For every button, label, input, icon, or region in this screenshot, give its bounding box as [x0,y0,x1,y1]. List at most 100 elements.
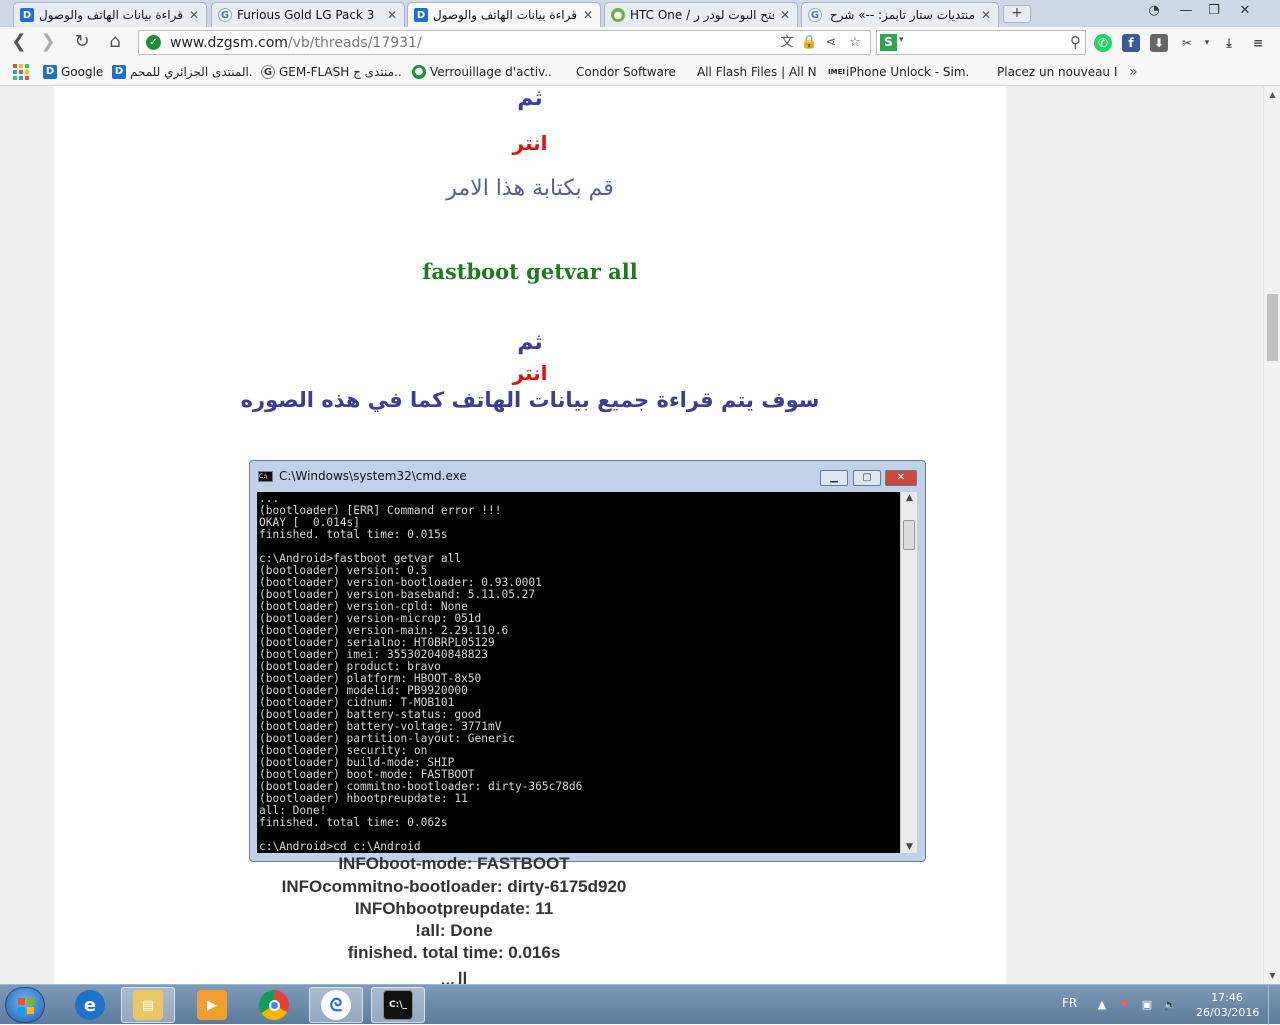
download-icon[interactable]: ⤓ [1220,34,1238,52]
tab-startimes[interactable]: G منتديات ستار تايمز: --» شرح ✕ [801,2,999,27]
bookmark-label: GEM-FLASH منتدى ج... [279,65,401,79]
close-icon[interactable]: ✕ [386,8,398,22]
info-line: ال.. [440,970,468,984]
tab-dzgsm-1[interactable]: D قراءة بيانات الهاتف والوصول ل ✕ [13,2,207,27]
bookmark-condor[interactable]: Condor Software [576,64,676,80]
cmd-title: C:\Windows\system32\cmd.exe [279,469,467,483]
chevron-down-icon[interactable]: ▾ [1198,34,1216,52]
close-icon[interactable]: ✕ [980,8,992,22]
info-line: finished. total time: 0.016s [347,943,561,962]
gemflash-favicon-icon: G [218,8,232,22]
url-path: /vb/threads/17931/ [287,35,422,51]
bookmarks-bar: D Google D المنتدى الجزائري للمحم... G G… [0,58,1280,86]
secure-check-icon[interactable]: ✓ [146,35,161,50]
url-host: www.dzgsm.com [170,35,288,51]
volume-icon[interactable]: 🔈 [1162,997,1178,1013]
media-player-button[interactable]: ▶ [185,987,239,1023]
search-icon[interactable]: ⚲ [1070,33,1081,51]
close-window-icon[interactable]: ✕ [1234,3,1256,21]
bookmark-gem-flash[interactable]: G GEM-FLASH منتدى ج... [261,64,401,80]
bookmark-iphone-unlock[interactable]: IMEI iPhone Unlock - Sim... [828,64,968,80]
arrow-down-icon: ▼ [906,842,913,852]
apps-grid-icon[interactable] [13,64,29,80]
info-line: INFOboot-mode: FASTBOOT [338,854,570,873]
new-tab-button[interactable]: + [1003,5,1031,23]
address-bar[interactable]: ✓ www.dzgsm.com/vb/threads/17931/ 文 🔒 ⋖ … [138,30,871,55]
show-desktop-button[interactable] [1268,985,1280,1025]
dzgsm-favicon-icon: D [414,8,428,22]
back-button[interactable]: ❮ [7,31,31,53]
forward-button[interactable]: ❯ [36,31,60,53]
windows-taskbar: e ▤ ▶ ᘓ C:\_ FR ▲ ⚑ ▣ 🔈 17:46 26/03/2016 [0,984,1280,1025]
bookmark-label: Google [61,65,104,79]
arrow-up-icon[interactable]: ▲ [1264,90,1280,99]
tab-htc-one[interactable]: ● HTC One / فتح البوت لودر ر ✕ [604,2,798,27]
bookmark-algerian-forum[interactable]: D المنتدى الجزائري للمحم... [112,64,252,80]
dzgsm-favicon-icon: D [43,65,57,79]
bookmark-label: Placez un nouveau I... [997,65,1117,79]
bookmark-placez[interactable]: Placez un nouveau I... [997,64,1117,80]
lock-icon[interactable]: 🔒 [801,35,817,51]
share-icon[interactable]: ⋖ [823,35,839,51]
internet-explorer-button[interactable]: e [63,987,117,1023]
search-extension-box[interactable]: S ▾ ⚲ [876,30,1086,55]
cmd-title-bar: C:\ C:\Windows\system32\cmd.exe [258,469,467,483]
bookmark-label: Verrouillage d'activ... [430,65,552,79]
swirl-app-icon: ᘓ [321,990,351,1020]
arrow-down-icon[interactable]: ▼ [1264,971,1280,980]
clock[interactable]: 17:46 26/03/2016 [1196,990,1260,1020]
enter-text: انتر [512,131,548,155]
close-icon[interactable]: ✕ [188,8,200,22]
restore-icon[interactable]: ❐ [1203,3,1225,21]
translate-icon[interactable]: 文 [779,35,795,51]
enter-text: انتر [512,361,548,385]
profile-icon[interactable]: ◔ [1143,3,1165,21]
scroll-thumb[interactable] [1267,294,1278,361]
show-hidden-icons-icon[interactable]: ▲ [1094,997,1110,1013]
cmd-icon: C:\ [258,470,273,482]
whatsapp-icon[interactable]: ✆ [1094,34,1112,52]
page-scrollbar[interactable]: ▲ ▼ [1263,86,1280,984]
minimize-icon[interactable]: — [1175,3,1197,21]
file-explorer-button[interactable]: ▤ [121,987,175,1023]
bookmark-label: المنتدى الجزائري للمحم... [130,65,252,79]
action-center-icon[interactable]: ⚑ [1116,997,1132,1013]
close-icon[interactable]: ✕ [582,8,594,22]
bookmark-verrouillage[interactable]: ● Verrouillage d'activ... [412,64,552,80]
cmd-taskbar-button[interactable]: C:\_ [371,987,425,1023]
tab-dzgsm-active[interactable]: D قراءة بيانات الهاتف والوصول ل ✕ [407,2,601,27]
bookmark-google[interactable]: D Google [43,64,105,80]
minimize-icon: ▁ [820,470,848,486]
bookmark-all-flash-files[interactable]: All Flash Files | All N... [697,64,817,80]
facebook-icon[interactable]: f [1122,34,1140,52]
network-icon[interactable]: ▣ [1139,997,1155,1013]
chrome-button[interactable] [247,987,301,1023]
dzgsm-favicon-icon: D [112,65,126,79]
htc-favicon-icon: ● [611,8,625,22]
windows-logo-icon [18,998,34,1014]
close-icon[interactable]: ✕ [779,8,791,22]
menu-icon[interactable]: ≡ [1249,34,1267,52]
tab-furious-gold[interactable]: G Furious Gold LG Pack 3 ✕ [211,2,405,27]
clock-date: 26/03/2016 [1196,1006,1260,1019]
media-player-icon: ▶ [197,990,227,1020]
star-icon[interactable]: ☆ [847,35,863,51]
start-button[interactable] [5,987,45,1023]
type-command-text: قم بكتابة هذا الامر [446,176,614,201]
arrow-up-icon: ▲ [906,493,913,503]
reload-button[interactable]: ↻ [70,31,94,53]
bookmark-label: iPhone Unlock - Sim... [846,65,968,79]
home-button[interactable]: ⌂ [103,31,127,53]
scissors-icon[interactable]: ✂ [1178,34,1196,52]
extension-icon[interactable]: ⬇ [1150,34,1168,52]
more-bookmarks-button[interactable]: » [1129,64,1145,80]
s-extension-icon[interactable]: S [880,34,897,51]
then-text: ثم [517,86,543,111]
swirl-app-button[interactable]: ᘓ [309,987,363,1023]
gemflash-favicon-icon: G [261,65,275,79]
language-indicator[interactable]: FR [1062,996,1077,1010]
green-circle-icon: ● [412,65,426,79]
info-line: INFOhbootpreupdate: 11 [354,899,554,918]
chevron-down-icon[interactable]: ▾ [899,35,904,45]
url-text[interactable]: www.dzgsm.com/vb/threads/17931/ [170,35,422,51]
